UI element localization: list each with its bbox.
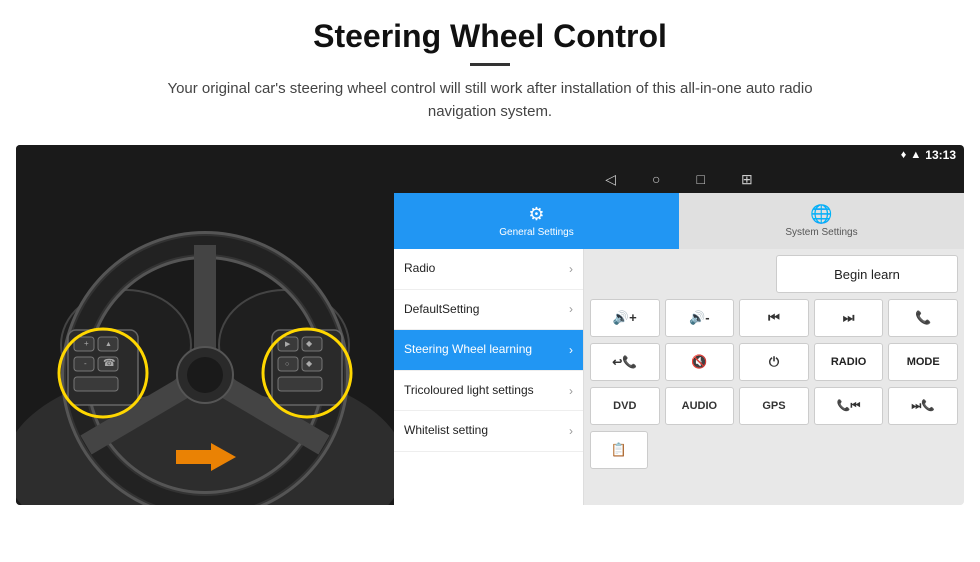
mode-label: MODE bbox=[907, 356, 940, 368]
home-nav-icon[interactable]: ○ bbox=[652, 171, 660, 187]
status-bar: ♦ ▲ 13:13 bbox=[394, 145, 964, 165]
call-next-button[interactable]: ⏭📞 bbox=[888, 387, 958, 425]
back-nav-icon[interactable]: ◁ bbox=[605, 171, 616, 188]
mute-button[interactable]: 🔇 bbox=[665, 343, 735, 381]
list-icon: 📋 bbox=[611, 442, 627, 458]
chevron-whitelist-icon: › bbox=[569, 424, 573, 438]
spacer bbox=[590, 255, 770, 293]
menu-item-default-label: DefaultSetting bbox=[404, 302, 479, 318]
audio-button[interactable]: AUDIO bbox=[665, 387, 735, 425]
nav-bar: ◁ ○ □ ⊞ bbox=[394, 165, 964, 193]
gps-button[interactable]: GPS bbox=[739, 387, 809, 425]
wifi-icon: ▲ bbox=[910, 149, 921, 161]
volume-down-button[interactable]: 🔊- bbox=[665, 299, 735, 337]
tab-general-settings[interactable]: ⚙ General Settings bbox=[394, 193, 679, 249]
audio-label: AUDIO bbox=[682, 400, 717, 412]
next-track-button[interactable]: ⏭ bbox=[814, 299, 884, 337]
tab-system-settings[interactable]: 🌐 System Settings bbox=[679, 193, 964, 249]
recent-nav-icon[interactable]: □ bbox=[697, 171, 705, 187]
menu-item-steering-wheel[interactable]: Steering Wheel learning › bbox=[394, 330, 583, 371]
svg-text:◆: ◆ bbox=[306, 359, 313, 368]
chevron-tricoloured-icon: › bbox=[569, 384, 573, 398]
control-row-2: ↩📞 🔇 ⏻ RADIO MODE bbox=[590, 343, 958, 381]
general-settings-icon: ⚙ bbox=[528, 204, 544, 225]
mode-button[interactable]: MODE bbox=[888, 343, 958, 381]
control-row-1: 🔊+ 🔊- ⏮ ⏭ 📞 bbox=[590, 299, 958, 337]
chevron-radio-icon: › bbox=[569, 262, 573, 276]
menu-item-tricoloured[interactable]: Tricoloured light settings › bbox=[394, 371, 583, 412]
content-area: 60 3000 + ▲ - bbox=[16, 145, 964, 505]
menu-item-radio-label: Radio bbox=[404, 261, 435, 277]
answer-call-icon: ↩📞 bbox=[612, 355, 637, 369]
mute-icon: 🔇 bbox=[691, 354, 707, 370]
svg-text:+: + bbox=[84, 339, 89, 348]
menu-item-steering-label: Steering Wheel learning bbox=[404, 342, 532, 358]
svg-text:☎: ☎ bbox=[103, 358, 115, 369]
page-title: Steering Wheel Control bbox=[40, 18, 940, 55]
menu-item-whitelist-label: Whitelist setting bbox=[404, 423, 488, 439]
volume-up-icon: 🔊+ bbox=[613, 310, 637, 326]
prev-track-icon: ⏮ bbox=[768, 310, 780, 326]
answer-call-button[interactable]: ↩📞 bbox=[590, 343, 660, 381]
power-button[interactable]: ⏻ bbox=[739, 343, 809, 381]
svg-text:-: - bbox=[84, 359, 87, 368]
grid-nav-icon[interactable]: ⊞ bbox=[741, 171, 753, 188]
steering-wheel-image: 60 3000 + ▲ - bbox=[16, 145, 394, 505]
begin-learn-button[interactable]: Begin learn bbox=[776, 255, 958, 293]
gps-label: GPS bbox=[762, 400, 785, 412]
svg-text:◆: ◆ bbox=[306, 339, 313, 348]
call-prev-button[interactable]: 📞⏮ bbox=[814, 387, 884, 425]
settings-tabs: ⚙ General Settings 🌐 System Settings bbox=[394, 193, 964, 249]
svg-text:▲: ▲ bbox=[105, 341, 112, 348]
svg-text:▶: ▶ bbox=[285, 341, 291, 348]
call-button[interactable]: 📞 bbox=[888, 299, 958, 337]
dvd-label: DVD bbox=[613, 400, 636, 412]
page-header: Steering Wheel Control Your original car… bbox=[0, 0, 980, 133]
main-content: Radio › DefaultSetting › Steering Wheel … bbox=[394, 249, 964, 505]
menu-item-radio[interactable]: Radio › bbox=[394, 249, 583, 290]
volume-down-icon: 🔊- bbox=[689, 310, 710, 326]
location-icon: ♦ bbox=[901, 149, 907, 161]
volume-up-button[interactable]: 🔊+ bbox=[590, 299, 660, 337]
menu-list: Radio › DefaultSetting › Steering Wheel … bbox=[394, 249, 584, 505]
system-settings-label: System Settings bbox=[785, 227, 857, 238]
power-icon: ⏻ bbox=[769, 354, 779, 370]
call-icon: 📞 bbox=[915, 310, 931, 326]
chevron-default-icon: › bbox=[569, 302, 573, 316]
call-next-icon: ⏭📞 bbox=[911, 399, 935, 413]
call-prev-icon: 📞⏮ bbox=[837, 399, 861, 413]
next-track-icon: ⏭ bbox=[843, 310, 855, 326]
prev-track-button[interactable]: ⏮ bbox=[739, 299, 809, 337]
system-settings-icon: 🌐 bbox=[810, 204, 832, 225]
begin-learn-row: Begin learn bbox=[590, 255, 958, 293]
dvd-button[interactable]: DVD bbox=[590, 387, 660, 425]
radio-label: RADIO bbox=[831, 356, 866, 368]
menu-item-default-setting[interactable]: DefaultSetting › bbox=[394, 290, 583, 331]
android-ui: ♦ ▲ 13:13 ◁ ○ □ ⊞ ⚙ General Settings 🌐 S… bbox=[394, 145, 964, 505]
title-divider bbox=[470, 63, 510, 66]
status-time: 13:13 bbox=[925, 148, 956, 162]
control-panel: Begin learn 🔊+ 🔊- ⏮ ⏭ bbox=[584, 249, 964, 505]
menu-item-tricoloured-label: Tricoloured light settings bbox=[404, 383, 534, 399]
page-subtitle: Your original car's steering wheel contr… bbox=[140, 78, 840, 123]
svg-text:○: ○ bbox=[285, 361, 289, 368]
control-row-3: DVD AUDIO GPS 📞⏮ ⏭📞 bbox=[590, 387, 958, 425]
chevron-steering-icon: › bbox=[569, 343, 573, 357]
list-icon-button[interactable]: 📋 bbox=[590, 431, 648, 469]
general-settings-label: General Settings bbox=[499, 227, 574, 238]
status-bar-icons: ♦ ▲ bbox=[901, 149, 922, 161]
radio-button[interactable]: RADIO bbox=[814, 343, 884, 381]
menu-item-whitelist[interactable]: Whitelist setting › bbox=[394, 411, 583, 452]
control-row-4: 📋 bbox=[590, 431, 958, 469]
